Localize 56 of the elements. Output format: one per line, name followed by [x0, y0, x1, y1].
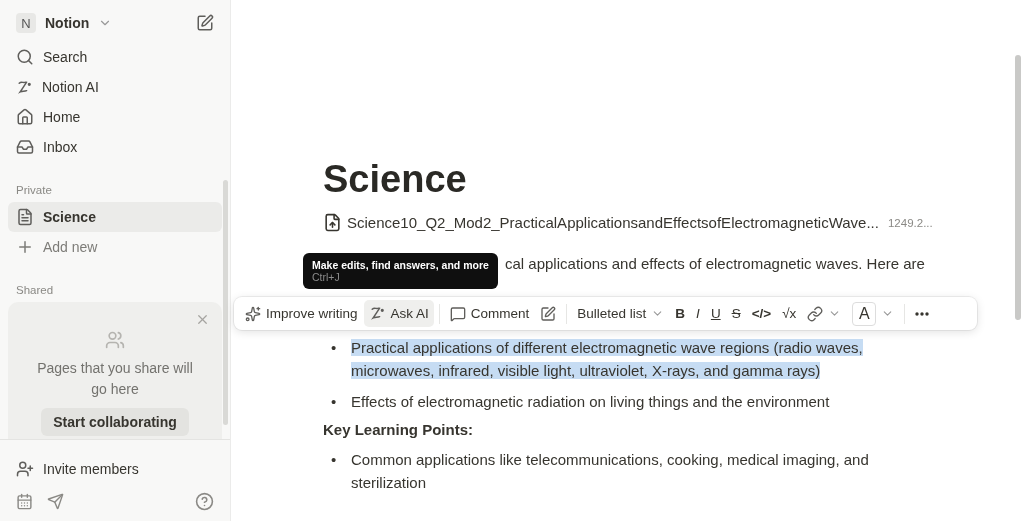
calendar-icon[interactable] [16, 493, 33, 510]
link-icon [807, 305, 824, 322]
sparkle-icon [245, 305, 261, 322]
search-icon [16, 48, 34, 66]
start-collaborating-button[interactable]: Start collaborating [41, 408, 189, 436]
improve-writing-button[interactable]: Improve writing [240, 300, 363, 327]
sidebar-item[interactable]: Notion AI [42, 79, 99, 95]
file-upload-icon [323, 213, 342, 232]
text-color-button[interactable]: A [847, 300, 900, 327]
send-icon[interactable] [47, 493, 64, 510]
more-icon [915, 311, 930, 316]
workspace-initial[interactable]: N [16, 13, 36, 33]
shortcut-text: Ctrl+J [312, 271, 341, 283]
invite-members-link[interactable]: Invite members [43, 461, 139, 477]
bullet-text: Practical applications of different electromagnetic wave regions (radio waves, microwaves, infrared, visible light, ultraviolet, X-rays, and gamma rays) [351, 338, 864, 381]
card-text: Pages that you share will go here [36, 359, 194, 399]
equation-button[interactable]: √x [777, 300, 802, 327]
squiggle-icon [16, 78, 33, 96]
sidebar-page[interactable]: Science [8, 202, 222, 232]
help-icon[interactable] [195, 492, 214, 511]
pen-square-icon [540, 305, 557, 322]
code-button[interactable]: </> [746, 300, 777, 327]
file-name[interactable]: Science10_Q2_Mod2_PracticalApplicationsandEffectsofElectromagneticWave... [347, 214, 879, 231]
strikethrough-button[interactable]: S [726, 300, 746, 327]
bullet-text: Common applications like telecommunications, cooking, medical imaging, and sterilization [351, 450, 870, 493]
section-label: Shared [15, 284, 55, 296]
bullet-marker: • [331, 338, 338, 358]
bold-button[interactable]: B [670, 300, 691, 327]
workspace-name[interactable]: Notion [45, 15, 90, 31]
speech-bubble-icon [449, 305, 466, 322]
bullet-marker: • [331, 392, 338, 412]
page-title: Science [323, 158, 468, 201]
block-type-dropdown[interactable]: Bulleted list [572, 300, 670, 327]
paragraph: cal applications and effects of electromagnetic waves. Here are [505, 254, 926, 274]
ask-ai-button[interactable]: Ask AI [363, 300, 434, 327]
home-icon [16, 108, 34, 126]
bullet-text: Effects of electromagnetic radiation on living things and the environment [351, 392, 831, 412]
add-new-link[interactable]: Add new [43, 239, 98, 255]
plus-icon [16, 238, 34, 256]
section-heading: Key Learning Points: [323, 421, 475, 438]
sidebar-item[interactable]: Inbox [43, 139, 78, 155]
bullet-marker: • [331, 450, 338, 470]
person-add-icon [16, 460, 34, 478]
people-icon [105, 330, 125, 350]
file-size: 1249.2... [887, 216, 933, 229]
sidebar-item[interactable]: Search [43, 49, 88, 65]
sidebar-item[interactable]: Home [43, 109, 81, 125]
italic-button[interactable]: I [691, 300, 705, 327]
underline-button[interactable]: U [705, 300, 726, 327]
new-page-icon[interactable] [196, 14, 214, 32]
comment-button[interactable]: Comment [444, 300, 535, 327]
section-label: Private [15, 184, 53, 196]
close-icon[interactable] [195, 312, 210, 327]
inbox-icon [16, 138, 34, 156]
page-icon [16, 208, 34, 226]
tooltip-title: Make edits, find answers, and more [312, 259, 489, 271]
